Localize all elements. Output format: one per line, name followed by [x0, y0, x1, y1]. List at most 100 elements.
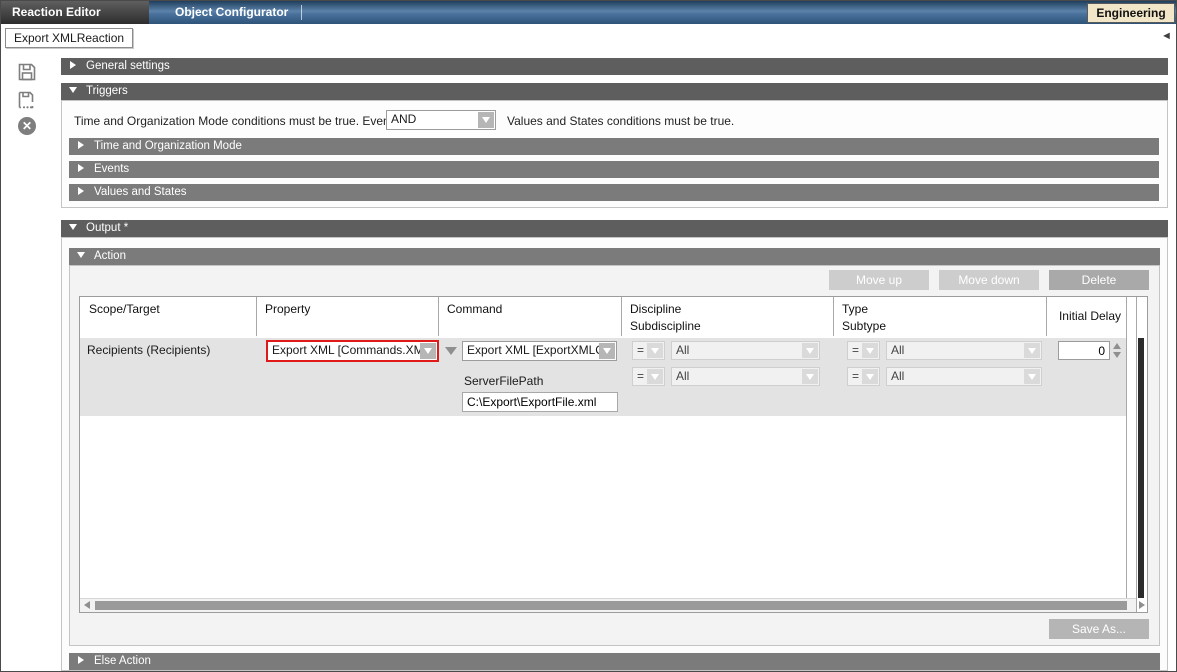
combobox-value: Export XML [ExportXMLCor — [463, 342, 599, 359]
type-operator-combobox[interactable]: = — [847, 341, 880, 360]
column-divider — [438, 297, 439, 336]
section-general-settings[interactable]: General settings — [61, 58, 1168, 75]
combobox-value: = — [848, 342, 862, 359]
chevron-down-icon[interactable] — [420, 343, 436, 359]
section-values-and-states[interactable]: Values and States — [69, 184, 1159, 201]
row-scope-target: Recipients (Recipients) — [87, 343, 210, 357]
discipline-combobox[interactable]: All — [671, 341, 820, 360]
chevron-down-icon[interactable] — [802, 369, 818, 384]
section-else-action[interactable]: Else Action — [69, 653, 1160, 670]
events-operator-combobox[interactable]: AND — [386, 110, 496, 130]
section-label: General settings — [86, 60, 170, 72]
server-file-path-label: ServerFilePath — [464, 374, 543, 388]
command-combobox[interactable]: Export XML [ExportXMLCor — [462, 341, 617, 361]
section-label: Events — [94, 163, 129, 175]
chevron-down-icon[interactable] — [478, 112, 494, 128]
column-divider — [1126, 297, 1127, 612]
column-header-initial-delay[interactable]: Initial Delay — [1047, 297, 1125, 336]
column-label: Command — [447, 302, 502, 316]
subdiscipline-combobox[interactable]: All — [671, 367, 820, 386]
collapse-panel-icon[interactable]: ◄ — [1161, 30, 1172, 42]
save-as-icon-glyph — [17, 90, 37, 110]
chevron-right-icon — [78, 187, 84, 195]
column-divider — [833, 297, 834, 336]
column-label: Subdiscipline — [630, 319, 701, 333]
column-label: Discipline — [630, 302, 681, 316]
chevron-down-icon — [69, 224, 77, 230]
doc-tab-export-xmlreaction[interactable]: Export XMLReaction — [5, 28, 133, 48]
move-up-button[interactable]: Move up — [829, 270, 929, 290]
combobox-value: All — [672, 368, 802, 385]
chevron-down-icon[interactable] — [1024, 343, 1040, 358]
chevron-down-icon[interactable] — [647, 369, 663, 384]
save-as-button[interactable]: Save As... — [1049, 619, 1149, 639]
chevron-down-icon — [69, 87, 77, 93]
combobox-value: = — [633, 342, 647, 359]
save-icon[interactable] — [17, 62, 37, 82]
tab-bar-divider — [301, 5, 302, 20]
section-time-and-organization-mode[interactable]: Time and Organization Mode — [69, 138, 1159, 155]
save-icon-glyph — [17, 62, 37, 82]
combobox-value: AND — [387, 111, 478, 128]
section-label: Time and Organization Mode — [94, 140, 242, 152]
move-down-button[interactable]: Move down — [939, 270, 1039, 290]
column-divider — [621, 297, 622, 336]
column-label: Initial Delay — [1059, 309, 1125, 323]
column-divider — [1136, 297, 1137, 612]
reaction-editor-window: Reaction Editor Object Configurator Engi… — [0, 0, 1177, 672]
column-label: Scope/Target — [89, 302, 160, 316]
section-label: Else Action — [94, 655, 151, 667]
discipline-operator-combobox[interactable]: = — [632, 341, 665, 360]
column-label: Type — [842, 302, 868, 316]
vertical-scrollbar[interactable] — [1138, 338, 1144, 598]
discard-icon[interactable]: ✕ — [18, 117, 36, 135]
chevron-down-icon[interactable] — [647, 343, 663, 358]
trigger-condition-text-right: Values and States conditions must be tru… — [507, 114, 734, 128]
subtype-operator-combobox[interactable]: = — [847, 367, 880, 386]
combobox-value: Export XML [Commands.XMLE — [268, 342, 420, 359]
section-events[interactable]: Events — [69, 161, 1159, 178]
combobox-value: = — [633, 368, 647, 385]
column-label: Property — [265, 302, 310, 316]
spinner-up-icon[interactable] — [1113, 343, 1121, 349]
delete-button[interactable]: Delete — [1049, 270, 1149, 290]
section-label: Action — [94, 250, 126, 262]
type-combobox[interactable]: All — [886, 341, 1042, 360]
save-as-icon[interactable] — [17, 90, 37, 110]
chevron-right-icon — [78, 656, 84, 664]
initial-delay-input[interactable] — [1058, 341, 1110, 360]
combobox-value: All — [887, 368, 1024, 385]
server-file-path-input[interactable] — [462, 392, 618, 412]
chevron-down-icon[interactable] — [802, 343, 818, 358]
engineering-mode-button[interactable]: Engineering — [1087, 3, 1175, 23]
section-label: Triggers — [86, 85, 128, 97]
chevron-down-icon[interactable] — [862, 343, 878, 358]
section-label: Output * — [86, 222, 128, 234]
column-divider — [1046, 297, 1047, 336]
chevron-down-icon — [77, 252, 85, 258]
subdiscipline-operator-combobox[interactable]: = — [632, 367, 665, 386]
section-action[interactable]: Action — [69, 248, 1160, 265]
column-label: Subtype — [842, 319, 886, 333]
combobox-value: All — [887, 342, 1024, 359]
chevron-right-icon — [78, 141, 84, 149]
combobox-value: = — [848, 368, 862, 385]
scroll-right-icon[interactable] — [1139, 601, 1145, 609]
combobox-value: All — [672, 342, 802, 359]
tab-reaction-editor[interactable]: Reaction Editor — [1, 1, 149, 24]
scroll-left-icon[interactable] — [84, 601, 90, 609]
chevron-right-icon — [70, 61, 76, 69]
tab-object-configurator[interactable]: Object Configurator — [157, 1, 306, 24]
chevron-down-icon[interactable] — [1024, 369, 1040, 384]
trigger-condition-text-left: Time and Organization Mode conditions mu… — [74, 114, 399, 128]
command-expander-icon[interactable] — [445, 347, 457, 355]
chevron-down-icon[interactable] — [599, 343, 615, 359]
section-triggers[interactable]: Triggers — [61, 83, 1168, 100]
subtype-combobox[interactable]: All — [886, 367, 1042, 386]
property-combobox[interactable]: Export XML [Commands.XMLE — [267, 341, 438, 361]
chevron-down-icon[interactable] — [862, 369, 878, 384]
horizontal-scrollbar-thumb[interactable] — [95, 601, 1127, 610]
column-divider — [256, 297, 257, 336]
section-output[interactable]: Output * — [61, 220, 1168, 237]
spinner-down-icon[interactable] — [1113, 352, 1121, 358]
